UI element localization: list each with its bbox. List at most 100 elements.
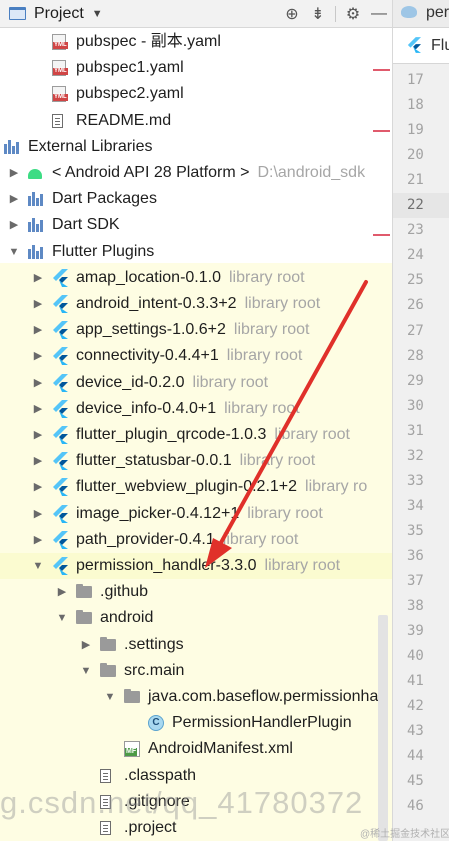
tree-item-label: .settings [124,632,184,658]
tree-item-annotation: D:\android_sdk [257,164,366,181]
expand-arrow-icon[interactable]: ▼ [8,239,20,265]
tree-item[interactable]: ▶ flutter_webview_plugin-0.2.1+2 library r… [0,474,392,500]
tree-item-label: device_id-0.2.0 library root [76,370,268,396]
tree-item-annotation: library root [233,321,310,339]
tree-item-label: pubspec1.yaml [76,55,184,81]
tree-item-annotation: library root [222,530,299,548]
toolbar-divider [335,5,336,22]
collapse-icon[interactable]: ⇟ [305,4,331,24]
collapse-arrow-icon[interactable]: ▶ [80,632,92,658]
line-number: 31 [407,422,424,439]
collapse-arrow-icon[interactable]: ▶ [32,370,44,396]
tree-item[interactable]: ▶ image_picker-0.4.12+1 library root [0,501,392,527]
gear-icon[interactable]: ⚙ [340,4,366,24]
tree-item[interactable]: ▶ connectivity-0.4.4+1 library root [0,343,392,369]
editor-tab-top[interactable]: per [393,0,449,28]
tree-item[interactable]: ▼ android [0,605,392,631]
tree-item[interactable]: ▶ flutter_statusbar-0.0.1 library root [0,448,392,474]
tree-item[interactable]: MF AndroidManifest.xml [0,736,392,762]
expand-arrow-icon[interactable]: ▼ [32,553,44,579]
tree-item[interactable]: ▼ Flutter Plugins [0,239,392,265]
tree-item[interactable]: ▶ .settings [0,632,392,658]
line-number: 32 [407,447,424,464]
minimize-icon[interactable]: — [366,5,392,23]
tree-item-name: .settings [124,635,184,653]
tree-item-name: Dart Packages [52,190,157,208]
tree-item-name: amap_location-0.1.0 [76,268,221,286]
line-number: 41 [407,673,424,690]
line-number: 28 [407,347,424,364]
watermark-small: @稀土掘金技术社区 [360,829,449,840]
tree-item[interactable]: ▶ device_id-0.2.0 library root [0,370,392,396]
collapse-arrow-icon[interactable]: ▶ [32,265,44,291]
tree-item[interactable]: C PermissionHandlerPlugin [0,710,392,736]
tree-item[interactable]: YML pubspec1.yaml [0,55,392,81]
project-tree[interactable]: YML pubspec - 副本.yaml YML pubspec1.yaml YML p… [0,28,392,841]
collapse-arrow-icon[interactable]: ▶ [8,212,20,238]
android-icon [28,169,42,179]
collapse-arrow-icon[interactable]: ▶ [32,422,44,448]
collapse-arrow-icon[interactable]: ▶ [32,501,44,527]
tree-item-label: java.com.baseflow.permissionha [148,684,378,710]
line-number: 20 [407,147,424,164]
tree-item[interactable]: YML pubspec2.yaml [0,81,392,107]
crosshair-icon[interactable]: ⊕ [279,4,305,24]
expand-arrow-icon[interactable]: ▼ [80,658,92,684]
project-view-selector[interactable]: Project ▼ [9,5,103,23]
collapse-arrow-icon[interactable]: ▶ [56,579,68,605]
collapse-arrow-icon[interactable]: ▶ [32,448,44,474]
tree-item[interactable]: YML pubspec - 副本.yaml [0,29,392,55]
tree-item[interactable]: ▶ < Android API 28 Platform > D:\android_s… [0,160,392,186]
editor-tab-file[interactable]: Flu [393,28,449,64]
tree-item[interactable]: ▼ src.main [0,658,392,684]
tree-item-label: device_info-0.4.0+1 library root [76,396,300,422]
tree-item[interactable]: ▶ path_provider-0.4.1 library root [0,527,392,553]
tree-item[interactable]: ▶ Dart Packages [0,186,392,212]
tree-item-label: pubspec - 副本.yaml [76,29,221,55]
tree-item[interactable]: ▶ Dart SDK [0,212,392,238]
collapse-arrow-icon[interactable]: ▶ [32,396,44,422]
tree-item[interactable]: ▶ .github [0,579,392,605]
dart-icon [401,6,417,18]
tree-item-name: README.md [76,111,172,129]
collapse-arrow-icon[interactable]: ▶ [32,527,44,553]
tree-item-name: pubspec2.yaml [76,85,184,103]
tree-item[interactable]: ▶ flutter_plugin_qrcode-1.0.3 library root [0,422,392,448]
collapse-arrow-icon[interactable]: ▶ [8,160,20,186]
line-number: 26 [407,297,424,314]
collapse-arrow-icon[interactable]: ▶ [32,291,44,317]
collapse-arrow-icon[interactable]: ▶ [32,343,44,369]
editor-tab-label: per [426,4,449,21]
collapse-arrow-icon[interactable]: ▶ [32,317,44,343]
line-number: 33 [407,472,424,489]
tree-item[interactable]: ▶ device_info-0.4.0+1 library root [0,396,392,422]
tree-item-label: README.md [76,108,171,134]
flutter-icon [52,504,68,523]
tree-item-name: .project [124,819,177,836]
collapse-arrow-icon[interactable]: ▶ [8,186,20,212]
tree-item[interactable]: ▼ permission_handler-3.3.0 library root [0,553,392,579]
tree-item[interactable]: ▶ amap_location-0.1.0 library root [0,265,392,291]
expand-arrow-icon[interactable]: ▼ [56,605,68,631]
tree-item-annotation: library root [274,426,350,443]
tree-item-label: image_picker-0.4.12+1 library root [76,501,323,527]
tree-item-name: pubspec - 副本.yaml [76,33,221,50]
collapse-arrow-icon[interactable]: ▶ [32,474,44,500]
class-icon: C [148,715,164,732]
tree-item-name: device_info-0.4.0+1 [76,399,217,417]
project-toolbar: Project ▼ ⊕ ⇟ ⚙ — [0,0,392,28]
tree-item-label: amap_location-0.1.0 library root [76,265,305,291]
tree-item[interactable]: ▶ app_settings-1.0.6+2 library root [0,317,392,343]
line-number: 40 [407,648,424,665]
expand-arrow-icon[interactable]: ▼ [104,684,116,710]
tree-item[interactable]: ▼External Libraries [0,134,392,160]
tree-item-name: < Android API 28 Platform > [52,164,250,181]
line-number: 39 [407,623,424,640]
tree-item-label: < Android API 28 Platform > D:\android_sd… [52,160,365,186]
line-number: 17 [407,72,424,88]
tree-item-annotation: library root [247,504,323,522]
tree-item[interactable]: ▶ android_intent-0.3.3+2 library root [0,291,392,317]
tree-item-name: java.com.baseflow.permissionha [148,688,379,705]
tree-item[interactable]: ▼ java.com.baseflow.permissionha [0,684,392,710]
tree-item[interactable]: README.md [0,108,392,134]
